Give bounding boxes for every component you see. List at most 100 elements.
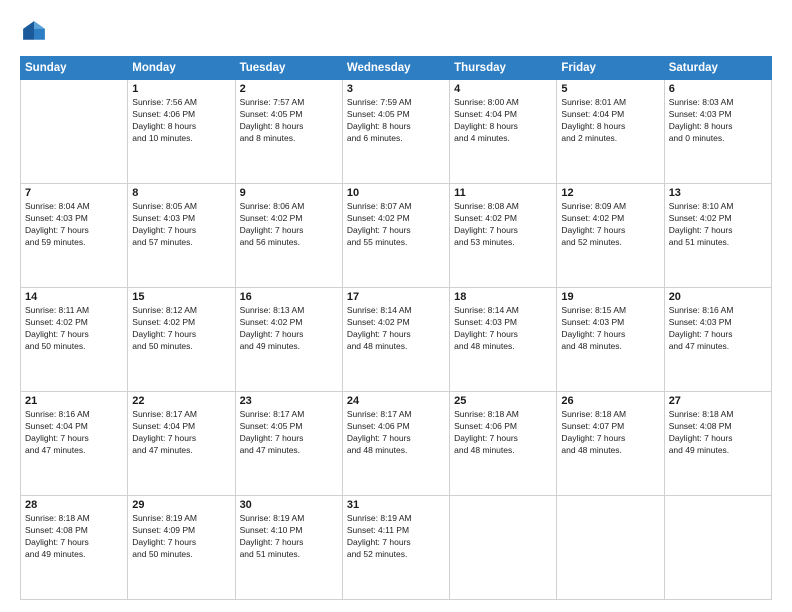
calendar-cell: 30 Sunrise: 8:19 AM Sunset: 4:10 PM Dayli… <box>235 496 342 600</box>
weekday-header-saturday: Saturday <box>664 57 771 80</box>
calendar-cell: 27 Sunrise: 8:18 AM Sunset: 4:08 PM Dayli… <box>664 392 771 496</box>
day-info: Sunrise: 8:10 AM Sunset: 4:02 PM Dayligh… <box>669 201 767 249</box>
day-info: Sunrise: 8:15 AM Sunset: 4:03 PM Dayligh… <box>561 305 659 353</box>
day-info: Sunrise: 8:13 AM Sunset: 4:02 PM Dayligh… <box>240 305 338 353</box>
day-info: Sunrise: 8:05 AM Sunset: 4:03 PM Dayligh… <box>132 201 230 249</box>
calendar-week-row: 7 Sunrise: 8:04 AM Sunset: 4:03 PM Daylig… <box>21 184 772 288</box>
calendar-cell: 16 Sunrise: 8:13 AM Sunset: 4:02 PM Dayli… <box>235 288 342 392</box>
calendar-cell: 15Sunrise: 8:12 AM Sunset: 4:02 PM Dayli… <box>128 288 235 392</box>
calendar-cell: 24Sunrise: 8:17 AM Sunset: 4:06 PM Dayli… <box>342 392 449 496</box>
day-info: Sunrise: 8:09 AM Sunset: 4:02 PM Dayligh… <box>561 201 659 249</box>
day-number: 17 <box>347 291 445 303</box>
day-info: Sunrise: 8:17 AM Sunset: 4:06 PM Dayligh… <box>347 409 445 457</box>
calendar-cell: 4 Sunrise: 8:00 AM Sunset: 4:04 PM Daylig… <box>450 80 557 184</box>
calendar-cell: 23Sunrise: 8:17 AM Sunset: 4:05 PM Dayli… <box>235 392 342 496</box>
day-number: 19 <box>561 291 659 303</box>
day-info: Sunrise: 8:04 AM Sunset: 4:03 PM Dayligh… <box>25 201 123 249</box>
day-info: Sunrise: 8:08 AM Sunset: 4:02 PM Dayligh… <box>454 201 552 249</box>
day-number: 15 <box>132 291 230 303</box>
day-number: 31 <box>347 499 445 511</box>
calendar-cell: 14 Sunrise: 8:11 AM Sunset: 4:02 PM Dayli… <box>21 288 128 392</box>
day-number: 3 <box>347 83 445 95</box>
calendar-cell: 10 Sunrise: 8:07 AM Sunset: 4:02 PM Dayli… <box>342 184 449 288</box>
day-number: 23 <box>240 395 338 407</box>
calendar-cell: 7 Sunrise: 8:04 AM Sunset: 4:03 PM Daylig… <box>21 184 128 288</box>
calendar-cell: 6 Sunrise: 8:03 AM Sunset: 4:03 PM Daylig… <box>664 80 771 184</box>
day-number: 10 <box>347 187 445 199</box>
calendar-cell <box>450 496 557 600</box>
day-number: 8 <box>132 187 230 199</box>
day-info: Sunrise: 8:17 AM Sunset: 4:04 PM Dayligh… <box>132 409 230 457</box>
logo-icon <box>20 18 48 46</box>
day-number: 21 <box>25 395 123 407</box>
calendar-page: SundayMondayTuesdayWednesdayThursdayFrid… <box>0 0 792 612</box>
day-number: 7 <box>25 187 123 199</box>
calendar-cell: 9Sunrise: 8:06 AM Sunset: 4:02 PM Daylig… <box>235 184 342 288</box>
calendar-cell: 25 Sunrise: 8:18 AM Sunset: 4:06 PM Dayli… <box>450 392 557 496</box>
calendar-week-row: 28 Sunrise: 8:18 AM Sunset: 4:08 PM Dayli… <box>21 496 772 600</box>
calendar-cell: 19 Sunrise: 8:15 AM Sunset: 4:03 PM Dayli… <box>557 288 664 392</box>
day-info: Sunrise: 7:59 AM Sunset: 4:05 PM Dayligh… <box>347 97 445 145</box>
day-number: 25 <box>454 395 552 407</box>
calendar-cell: 1Sunrise: 7:56 AM Sunset: 4:06 PM Daylig… <box>128 80 235 184</box>
day-info: Sunrise: 8:18 AM Sunset: 4:08 PM Dayligh… <box>25 513 123 561</box>
calendar-cell: 11 Sunrise: 8:08 AM Sunset: 4:02 PM Dayli… <box>450 184 557 288</box>
day-info: Sunrise: 8:03 AM Sunset: 4:03 PM Dayligh… <box>669 97 767 145</box>
day-number: 5 <box>561 83 659 95</box>
calendar-cell: 22 Sunrise: 8:17 AM Sunset: 4:04 PM Dayli… <box>128 392 235 496</box>
day-info: Sunrise: 8:18 AM Sunset: 4:06 PM Dayligh… <box>454 409 552 457</box>
day-number: 30 <box>240 499 338 511</box>
logo <box>20 18 52 46</box>
day-info: Sunrise: 8:18 AM Sunset: 4:08 PM Dayligh… <box>669 409 767 457</box>
calendar-cell: 8 Sunrise: 8:05 AM Sunset: 4:03 PM Daylig… <box>128 184 235 288</box>
day-number: 14 <box>25 291 123 303</box>
calendar-cell: 29 Sunrise: 8:19 AM Sunset: 4:09 PM Dayli… <box>128 496 235 600</box>
weekday-header-friday: Friday <box>557 57 664 80</box>
day-number: 29 <box>132 499 230 511</box>
calendar-cell: 21 Sunrise: 8:16 AM Sunset: 4:04 PM Dayli… <box>21 392 128 496</box>
day-info: Sunrise: 8:01 AM Sunset: 4:04 PM Dayligh… <box>561 97 659 145</box>
calendar-cell: 5 Sunrise: 8:01 AM Sunset: 4:04 PM Daylig… <box>557 80 664 184</box>
weekday-header-row: SundayMondayTuesdayWednesdayThursdayFrid… <box>21 57 772 80</box>
weekday-header-sunday: Sunday <box>21 57 128 80</box>
day-number: 6 <box>669 83 767 95</box>
weekday-header-tuesday: Tuesday <box>235 57 342 80</box>
day-info: Sunrise: 8:19 AM Sunset: 4:10 PM Dayligh… <box>240 513 338 561</box>
day-number: 27 <box>669 395 767 407</box>
day-info: Sunrise: 8:19 AM Sunset: 4:11 PM Dayligh… <box>347 513 445 561</box>
weekday-header-wednesday: Wednesday <box>342 57 449 80</box>
day-info: Sunrise: 8:18 AM Sunset: 4:07 PM Dayligh… <box>561 409 659 457</box>
day-info: Sunrise: 8:16 AM Sunset: 4:04 PM Dayligh… <box>25 409 123 457</box>
calendar-cell <box>21 80 128 184</box>
day-info: Sunrise: 8:14 AM Sunset: 4:02 PM Dayligh… <box>347 305 445 353</box>
day-number: 28 <box>25 499 123 511</box>
day-info: Sunrise: 8:07 AM Sunset: 4:02 PM Dayligh… <box>347 201 445 249</box>
calendar-cell: 18 Sunrise: 8:14 AM Sunset: 4:03 PM Dayli… <box>450 288 557 392</box>
day-info: Sunrise: 8:00 AM Sunset: 4:04 PM Dayligh… <box>454 97 552 145</box>
day-info: Sunrise: 8:16 AM Sunset: 4:03 PM Dayligh… <box>669 305 767 353</box>
calendar-cell: 28 Sunrise: 8:18 AM Sunset: 4:08 PM Dayli… <box>21 496 128 600</box>
calendar-cell: 17 Sunrise: 8:14 AM Sunset: 4:02 PM Dayli… <box>342 288 449 392</box>
calendar-cell: 13 Sunrise: 8:10 AM Sunset: 4:02 PM Dayli… <box>664 184 771 288</box>
day-info: Sunrise: 8:11 AM Sunset: 4:02 PM Dayligh… <box>25 305 123 353</box>
day-number: 18 <box>454 291 552 303</box>
day-number: 4 <box>454 83 552 95</box>
day-number: 13 <box>669 187 767 199</box>
day-info: Sunrise: 7:56 AM Sunset: 4:06 PM Dayligh… <box>132 97 230 145</box>
day-info: Sunrise: 7:57 AM Sunset: 4:05 PM Dayligh… <box>240 97 338 145</box>
weekday-header-monday: Monday <box>128 57 235 80</box>
calendar-cell: 3 Sunrise: 7:59 AM Sunset: 4:05 PM Daylig… <box>342 80 449 184</box>
day-number: 9 <box>240 187 338 199</box>
calendar-cell: 26Sunrise: 8:18 AM Sunset: 4:07 PM Dayli… <box>557 392 664 496</box>
day-info: Sunrise: 8:14 AM Sunset: 4:03 PM Dayligh… <box>454 305 552 353</box>
calendar-week-row: 1Sunrise: 7:56 AM Sunset: 4:06 PM Daylig… <box>21 80 772 184</box>
day-number: 16 <box>240 291 338 303</box>
calendar-cell: 12Sunrise: 8:09 AM Sunset: 4:02 PM Dayli… <box>557 184 664 288</box>
calendar-cell: 20Sunrise: 8:16 AM Sunset: 4:03 PM Dayli… <box>664 288 771 392</box>
day-number: 11 <box>454 187 552 199</box>
day-number: 22 <box>132 395 230 407</box>
calendar-week-row: 14 Sunrise: 8:11 AM Sunset: 4:02 PM Dayli… <box>21 288 772 392</box>
calendar-cell: 31 Sunrise: 8:19 AM Sunset: 4:11 PM Dayli… <box>342 496 449 600</box>
day-info: Sunrise: 8:19 AM Sunset: 4:09 PM Dayligh… <box>132 513 230 561</box>
weekday-header-thursday: Thursday <box>450 57 557 80</box>
